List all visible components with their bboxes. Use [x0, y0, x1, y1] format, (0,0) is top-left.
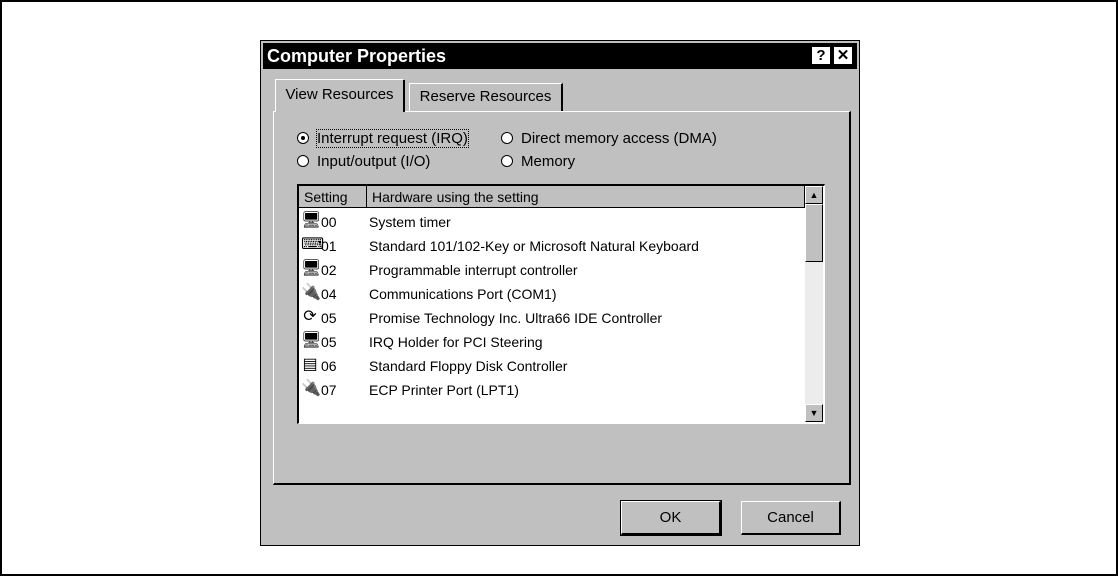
- computer-icon: 🖥: [301, 212, 322, 229]
- radio-irq-label: Interrupt request (IRQ): [316, 129, 469, 148]
- hardware-name: Communications Port (COM1): [369, 286, 557, 302]
- hardware-name: IRQ Holder for PCI Steering: [369, 334, 543, 350]
- tab-view-resources[interactable]: View Resources: [275, 79, 405, 112]
- scroll-down-button[interactable]: ▼: [805, 404, 823, 422]
- hardware-name: Standard Floppy Disk Controller: [369, 358, 568, 374]
- radio-memory[interactable]: Memory: [501, 152, 575, 172]
- vertical-scrollbar[interactable]: ▲ ▼: [805, 186, 823, 422]
- hardware-name: Programmable interrupt controller: [369, 262, 578, 278]
- floppy-controller-icon: ▤: [302, 356, 318, 373]
- list-item[interactable]: ⟳ 05 Promise Technology Inc. Ultra66 IDE…: [299, 306, 805, 330]
- setting-value: 01: [321, 238, 337, 254]
- list-item[interactable]: 🖥 00 System timer: [299, 210, 805, 234]
- computer-icon: 🖥: [301, 260, 322, 277]
- keyboard-icon: ⌨: [301, 236, 325, 253]
- scroll-thumb[interactable]: [805, 204, 823, 262]
- radio-button[interactable]: [501, 155, 513, 167]
- scroll-up-button[interactable]: ▲: [805, 186, 823, 204]
- disk-controller-icon: ⟳: [303, 308, 317, 325]
- computer-icon: 🖥: [301, 332, 322, 349]
- cancel-button[interactable]: Cancel: [741, 501, 841, 535]
- column-header-hardware[interactable]: Hardware using the setting: [367, 186, 805, 208]
- radio-io-label: Input/output (I/O): [317, 153, 431, 170]
- tab-reserve-resources[interactable]: Reserve Resources: [409, 83, 563, 111]
- radio-dma[interactable]: Direct memory access (DMA): [501, 129, 717, 149]
- setting-value: 07: [321, 382, 337, 398]
- hardware-name: System timer: [369, 214, 451, 230]
- radio-io[interactable]: Input/output (I/O): [297, 152, 430, 172]
- setting-value: 05: [321, 310, 337, 326]
- list-item[interactable]: 🖥 05 IRQ Holder for PCI Steering: [299, 330, 805, 354]
- computer-properties-dialog: Computer Properties ? ✕ View Resources R…: [260, 40, 860, 546]
- list-header: Setting Hardware using the setting: [299, 186, 805, 208]
- list-item[interactable]: 🖥 02 Programmable interrupt controller: [299, 258, 805, 282]
- help-button[interactable]: ?: [811, 46, 831, 65]
- hardware-name: Promise Technology Inc. Ultra66 IDE Cont…: [369, 310, 663, 326]
- ok-button[interactable]: OK: [620, 500, 722, 536]
- port-icon: 🔌: [301, 380, 321, 397]
- radio-memory-label: Memory: [521, 153, 576, 170]
- radio-dma-label: Direct memory access (DMA): [521, 130, 717, 147]
- list-item[interactable]: 🔌 07 ECP Printer Port (LPT1): [299, 378, 805, 402]
- hardware-name: Standard 101/102-Key or Microsoft Natura…: [369, 238, 699, 254]
- column-header-setting[interactable]: Setting: [299, 186, 367, 208]
- radio-button[interactable]: [501, 132, 513, 144]
- setting-value: 04: [321, 286, 337, 302]
- hardware-name: ECP Printer Port (LPT1): [369, 382, 519, 398]
- setting-value: 05: [321, 334, 337, 350]
- port-icon: 🔌: [301, 284, 321, 301]
- setting-value: 00: [321, 214, 337, 230]
- radio-button-selected[interactable]: [297, 132, 309, 144]
- radio-button[interactable]: [297, 155, 309, 167]
- title-bar: Computer Properties ? ✕: [263, 43, 857, 69]
- resource-list[interactable]: Setting Hardware using the setting 🖥 00 …: [297, 184, 825, 424]
- list-item[interactable]: 🔌 04 Communications Port (COM1): [299, 282, 805, 306]
- radio-irq[interactable]: Interrupt request (IRQ): [297, 129, 469, 149]
- close-button[interactable]: ✕: [833, 46, 853, 65]
- setting-value: 02: [321, 262, 337, 278]
- list-item[interactable]: ⌨ 01 Standard 101/102-Key or Microsoft N…: [299, 234, 805, 258]
- window-title: Computer Properties: [267, 46, 447, 66]
- setting-value: 06: [321, 358, 337, 374]
- list-item[interactable]: ▤ 06 Standard Floppy Disk Controller: [299, 354, 805, 378]
